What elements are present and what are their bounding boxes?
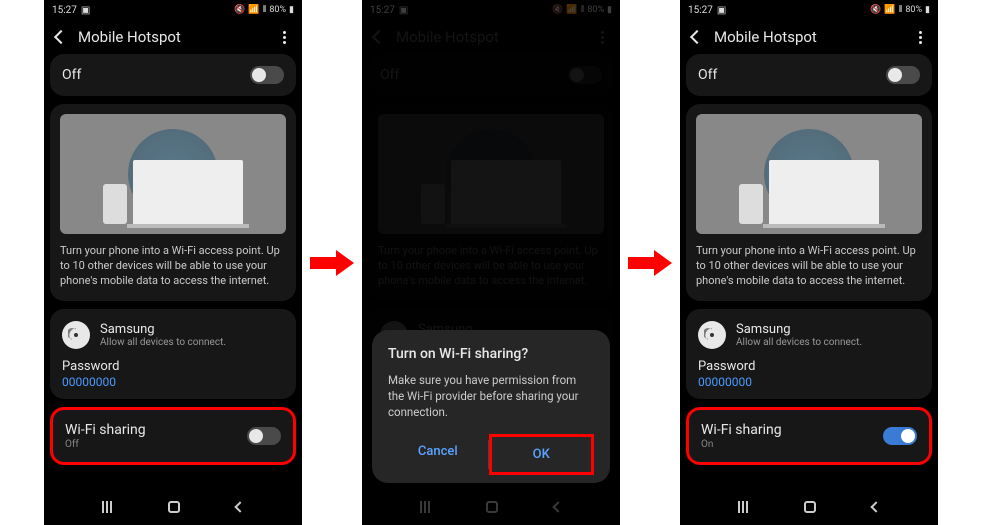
network-card[interactable]: Samsung Allow all devices to connect. Pa… <box>686 309 932 399</box>
nav-recent-icon[interactable] <box>102 501 112 513</box>
status-time: 15:27 <box>688 5 713 16</box>
status-bar: 15:27 ▣ 🔇 📶 ⫴ 80% ▮ <box>44 0 302 20</box>
wifi-sharing-state: On <box>701 439 782 450</box>
mute-icon: 🔇 <box>234 5 245 15</box>
dialog-title: Turn on Wi-Fi sharing? <box>388 346 594 362</box>
more-icon[interactable] <box>915 27 926 48</box>
more-icon[interactable] <box>279 27 290 48</box>
back-icon[interactable] <box>54 30 68 44</box>
step-arrow-2 <box>628 250 672 276</box>
back-icon[interactable] <box>690 30 704 44</box>
nav-home-icon[interactable] <box>168 501 180 513</box>
password-value[interactable]: 00000000 <box>62 375 284 389</box>
hero-description: Turn your phone into a Wi-Fi access poin… <box>696 244 922 289</box>
battery-icon: ▮ <box>289 5 294 15</box>
wifi-sharing-label: Wi-Fi sharing <box>65 422 146 438</box>
hotspot-toggle[interactable] <box>886 66 920 84</box>
wifi-sharing-toggle[interactable] <box>883 427 917 445</box>
header: Mobile Hotspot <box>680 20 938 54</box>
wifi-sharing-row[interactable]: Wi-Fi sharing On <box>686 407 932 465</box>
nav-home-icon[interactable] <box>804 501 816 513</box>
network-name: Samsung <box>736 322 862 337</box>
hero-illustration <box>60 114 286 234</box>
wifi-sharing-state: Off <box>65 439 146 450</box>
header: Mobile Hotspot <box>44 20 302 54</box>
screenshot-icon: ▣ <box>81 5 90 16</box>
status-time: 15:27 <box>52 5 77 16</box>
battery-pct: 80% <box>905 5 922 15</box>
screenshot-icon: ▣ <box>717 5 726 16</box>
hotspot-master-toggle-row[interactable]: Off <box>50 54 296 96</box>
battery-icon: ▮ <box>925 5 930 15</box>
nav-recent-icon[interactable] <box>738 501 748 513</box>
confirm-dialog: Turn on Wi-Fi sharing? Make sure you hav… <box>372 330 610 483</box>
page-title: Mobile Hotspot <box>714 28 903 46</box>
wifi-sharing-label: Wi-Fi sharing <box>701 422 782 438</box>
wifi-sharing-row[interactable]: Wi-Fi sharing Off <box>50 407 296 465</box>
network-sub: Allow all devices to connect. <box>100 337 226 348</box>
page-title: Mobile Hotspot <box>78 28 267 46</box>
nav-back-icon[interactable] <box>870 501 881 512</box>
network-name: Samsung <box>100 322 226 337</box>
phone-screenshot-2: 15:27 ▣ 🔇 📶 ⫴ 80% ▮ Mobile Hotspot Off T… <box>362 0 620 525</box>
password-label: Password <box>698 359 920 374</box>
hero-illustration <box>696 114 922 234</box>
cancel-button[interactable]: Cancel <box>388 434 488 475</box>
hotspot-state-label: Off <box>62 67 81 83</box>
signal-icon: ⫴ <box>899 5 903 15</box>
ok-button[interactable]: OK <box>489 434 595 475</box>
hotspot-icon <box>698 321 726 349</box>
signal-icon: ⫴ <box>263 5 267 15</box>
hotspot-toggle[interactable] <box>250 66 284 84</box>
dialog-body: Make sure you have permission from the W… <box>388 372 594 420</box>
network-card[interactable]: Samsung Allow all devices to connect. Pa… <box>50 309 296 399</box>
hero-card: Turn your phone into a Wi-Fi access poin… <box>50 104 296 301</box>
battery-pct: 80% <box>269 5 286 15</box>
hotspot-icon <box>62 321 90 349</box>
nav-bar <box>680 489 938 525</box>
password-label: Password <box>62 359 284 374</box>
wifi-sharing-toggle[interactable] <box>247 427 281 445</box>
hotspot-state-label: Off <box>698 67 717 83</box>
hotspot-master-toggle-row[interactable]: Off <box>686 54 932 96</box>
password-value[interactable]: 00000000 <box>698 375 920 389</box>
phone-screenshot-1: 15:27 ▣ 🔇 📶 ⫴ 80% ▮ Mobile Hotspot Off T… <box>44 0 302 525</box>
hero-description: Turn your phone into a Wi-Fi access poin… <box>60 244 286 289</box>
mute-icon: 🔇 <box>870 5 881 15</box>
nav-back-icon[interactable] <box>234 501 245 512</box>
network-sub: Allow all devices to connect. <box>736 337 862 348</box>
wifi-icon: 📶 <box>248 5 259 15</box>
status-bar: 15:27 ▣ 🔇 📶 ⫴ 80% ▮ <box>680 0 938 20</box>
step-arrow-1 <box>310 250 354 276</box>
nav-bar <box>44 489 302 525</box>
hero-card: Turn your phone into a Wi-Fi access poin… <box>686 104 932 301</box>
phone-screenshot-3: 15:27 ▣ 🔇 📶 ⫴ 80% ▮ Mobile Hotspot Off T… <box>680 0 938 525</box>
wifi-icon: 📶 <box>884 5 895 15</box>
